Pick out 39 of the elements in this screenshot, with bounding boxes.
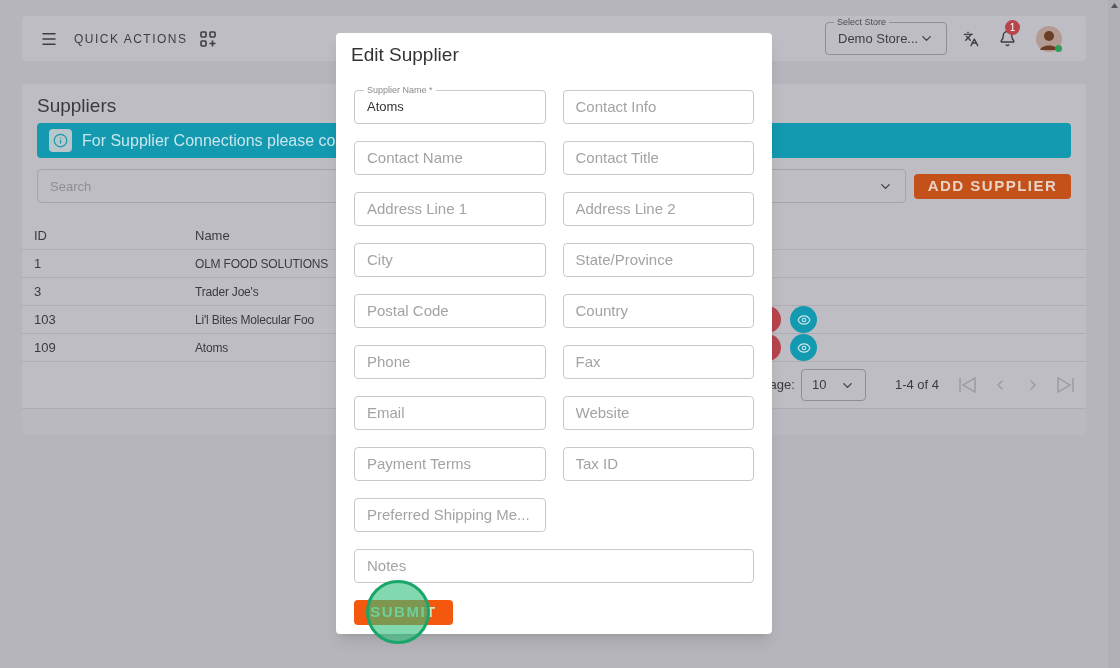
store-select-label: Select Store (834, 17, 890, 27)
column-header: ID (34, 227, 48, 246)
input-field[interactable]: Fax (562, 344, 754, 379)
page-range: 1-4 of 4 (894, 376, 939, 395)
input-field[interactable]: Notes (354, 548, 754, 583)
input-field[interactable]: Postal Code (354, 293, 546, 328)
input-field[interactable]: City (354, 242, 546, 277)
rows-per-page-select[interactable]: 10 (800, 369, 866, 401)
input-field[interactable]: Tax ID (562, 446, 754, 481)
notification-badge: 1 (1005, 20, 1020, 35)
input-field[interactable]: Phone (354, 344, 546, 379)
input-field[interactable]: Contact Name (354, 140, 546, 175)
store-select-value: Demo Store... (838, 29, 919, 48)
field-value: Atoms (367, 97, 404, 116)
table-cell-text: Trader Joe's (195, 283, 259, 301)
column-header: Name (195, 227, 230, 246)
input-field[interactable]: Payment Terms (354, 446, 546, 481)
input-field[interactable]: Address Line 2 (562, 191, 754, 226)
page-title: Suppliers (37, 94, 117, 118)
input-field[interactable]: Country (562, 293, 754, 328)
add-supplier-button[interactable]: ADD SUPPLIER (914, 173, 1071, 199)
dialog-title: Edit Supplier (351, 43, 460, 67)
input-field[interactable]: Preferred Shipping Me... (354, 497, 546, 532)
table-cell-text: Li'l Bites Molecular Foo (195, 311, 314, 329)
table-cell-text: 103 (34, 310, 57, 329)
input-field[interactable]: Contact Title (562, 140, 754, 175)
table-cell-text: OLM FOOD SOLUTIONS (195, 255, 329, 273)
banner-text: For Supplier Connections please co (82, 130, 336, 151)
table-cell-text: 109 (34, 338, 57, 357)
input-field[interactable]: State/Province (562, 242, 754, 277)
table-cell-text: 3 (34, 282, 43, 301)
input-field[interactable]: Website (562, 395, 754, 430)
input-field[interactable]: Contact Info (562, 89, 754, 124)
field-label: Supplier Name * (364, 84, 436, 95)
table-cell-text: 1 (34, 254, 43, 273)
input-field[interactable]: Email (354, 395, 546, 430)
input-field[interactable]: Address Line 1 (354, 191, 546, 226)
table-cell-text: Atoms (195, 339, 228, 357)
quick-actions-label[interactable]: QUICK ACTIONS (74, 29, 188, 48)
